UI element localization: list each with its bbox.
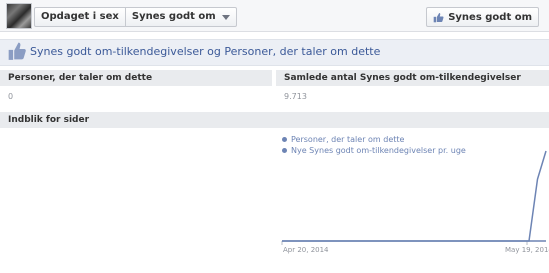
x-tick-label-end: May 19, 2014 <box>505 246 549 254</box>
page-avatar[interactable] <box>6 3 32 29</box>
talking-about-value: 0 <box>8 92 14 101</box>
top-bar: Opdaget i sex Synes godt om Synes godt o… <box>0 0 549 32</box>
likes-chart: Apr 20, 2014 May 19, 2014 <box>281 150 549 254</box>
like-button-label: Synes godt om <box>448 11 532 23</box>
breadcrumb-page-label: Synes godt om <box>131 11 216 22</box>
chevron-down-icon <box>221 14 230 20</box>
chart-series <box>282 150 547 242</box>
breadcrumb: Opdaget i sex Synes godt om <box>34 7 237 27</box>
series-line-1 <box>282 150 547 242</box>
total-likes-value: 9.713 <box>284 92 307 101</box>
page-title: Synes godt om-tilkendegivelser og Person… <box>30 45 381 58</box>
breadcrumb-page-dropdown[interactable]: Synes godt om <box>124 8 236 26</box>
breadcrumb-discovered[interactable]: Opdaget i sex <box>35 8 125 26</box>
thumbs-up-icon <box>433 12 444 22</box>
talking-about-label: Personer, der taler om dette <box>8 73 153 83</box>
thumbs-up-icon <box>8 42 26 60</box>
insights-header: Indblik for sider <box>0 112 549 128</box>
like-button[interactable]: Synes godt om <box>426 7 539 27</box>
total-likes-panel-header: Samlede antal Synes godt om-tilkendegive… <box>276 70 549 86</box>
total-likes-label: Samlede antal Synes godt om-tilkendegive… <box>284 73 521 83</box>
insights-title: Indblik for sider <box>8 115 90 125</box>
x-tick-label-start: Apr 20, 2014 <box>283 246 329 254</box>
talking-about-panel-header: Personer, der taler om dette <box>0 70 272 86</box>
